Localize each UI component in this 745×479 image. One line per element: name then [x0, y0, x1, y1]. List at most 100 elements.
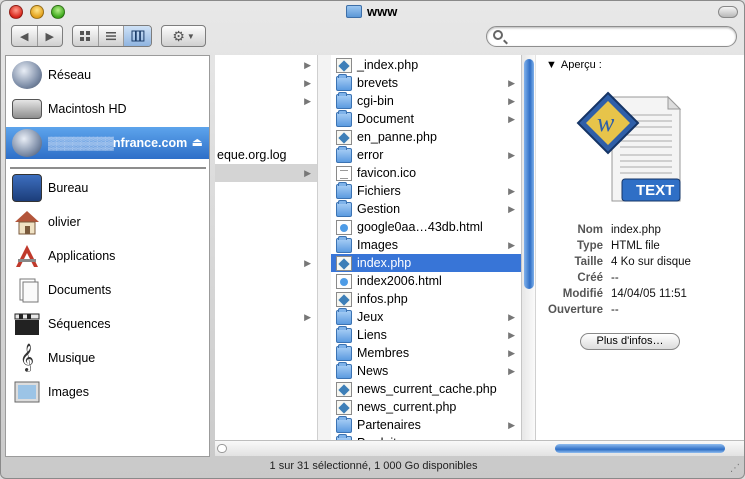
list-item-label: favicon.ico	[357, 166, 417, 180]
sidebar-item-macintosh-hd[interactable]: Macintosh HD	[6, 93, 209, 125]
sidebar-item-applications[interactable]: Applications	[6, 240, 209, 272]
list-item[interactable]: Jeux ▶	[331, 307, 521, 326]
info-row-modified: Modifié 14/04/05 11:51	[562, 288, 687, 300]
list-item-selected[interactable]: ▶	[215, 164, 317, 182]
list-item-label: Liens	[357, 328, 387, 342]
list-item-selected[interactable]: index.php	[331, 254, 521, 272]
list-item-label: Document	[357, 112, 414, 126]
sidebar-item-label: Applications	[48, 249, 116, 263]
action-menu[interactable]: ⚙ ▼	[161, 25, 206, 47]
folder-icon	[336, 109, 352, 127]
list-item[interactable]: news_current_cache.php	[331, 380, 521, 398]
list-item[interactable]: Document ▶	[331, 109, 521, 128]
eject-icon[interactable]: ⏏	[192, 135, 203, 149]
search-field[interactable]	[486, 26, 737, 47]
toolbar: ◀ ▶ ⚙ ▼	[1, 23, 744, 53]
list-item-label: Partenaires	[357, 418, 421, 432]
back-arrow-icon[interactable]: ◀	[12, 26, 38, 46]
sidebar-divider	[10, 167, 206, 169]
minimize-button[interactable]	[30, 5, 44, 19]
disclosure-triangle-icon[interactable]: ▼	[546, 59, 557, 71]
movies-icon	[12, 310, 42, 338]
list-item[interactable]: infos.php	[331, 290, 521, 308]
list-item[interactable]: brevets ▶	[331, 73, 521, 92]
folder-icon	[336, 91, 352, 109]
info-row-type: Type HTML file	[577, 240, 660, 252]
list-item[interactable]: google0aa…43db.html	[331, 218, 521, 236]
horizontal-scrollbar[interactable]	[215, 440, 744, 456]
list-item-label: _index.php	[357, 58, 419, 72]
preview-heading[interactable]: ▼ Aperçu :	[546, 59, 602, 71]
folder-icon	[336, 307, 352, 325]
list-item[interactable]: Partenaires ▶	[331, 415, 521, 434]
list-item[interactable]: ▶	[215, 308, 317, 326]
icon-view-icon[interactable]	[73, 26, 99, 46]
php-file-icon	[336, 399, 352, 415]
sidebar: Réseau Macintosh HD ▓▓▓▓▓▓▓▓ nfrance.com…	[5, 55, 210, 457]
more-info-button[interactable]: Plus d'infos…	[580, 333, 680, 350]
html-file-icon	[336, 273, 352, 289]
chevron-right-icon: ▶	[508, 95, 515, 106]
list-item[interactable]: Fichiers ▶	[331, 181, 521, 200]
column-www: _index.php brevets ▶ cgi-bin ▶ Document ▶ en_pa…	[331, 55, 521, 440]
forward-arrow-icon[interactable]: ▶	[38, 26, 63, 46]
gear-icon[interactable]: ⚙ ▼	[162, 26, 205, 46]
list-item-label: index.php	[357, 256, 412, 270]
list-item[interactable]: cgi-bin ▶	[331, 91, 521, 110]
list-item[interactable]: News ▶	[331, 361, 521, 380]
toolbar-toggle-button[interactable]	[718, 6, 738, 18]
preview-pane: ▼ Aperçu : w TEXT Nom index.php Type HTM…	[536, 55, 744, 440]
list-item[interactable]: _index.php	[331, 56, 521, 74]
sidebar-item-network-volume[interactable]: ▓▓▓▓▓▓▓▓ nfrance.com ⏏	[6, 127, 209, 159]
list-item[interactable]: Membres ▶	[331, 343, 521, 362]
sidebar-item-bureau[interactable]: Bureau	[6, 172, 209, 204]
chevron-right-icon: ▶	[508, 239, 515, 250]
list-item[interactable]: news_current.php	[331, 398, 521, 416]
scroll-left-cap[interactable]	[217, 444, 227, 453]
document-icon	[336, 165, 352, 181]
scrollbar-thumb[interactable]	[524, 59, 534, 289]
chevron-right-icon: ▶	[508, 419, 515, 430]
list-item[interactable]: index2006.html	[331, 272, 521, 290]
list-item-label: infos.php	[357, 292, 408, 306]
list-item[interactable]: ▶	[215, 254, 317, 272]
chevron-right-icon: ▶	[508, 365, 515, 376]
text-badge: TEXT	[636, 182, 675, 199]
list-item[interactable]: Gestion ▶	[331, 199, 521, 218]
list-item[interactable]: Liens ▶	[331, 325, 521, 344]
zoom-button[interactable]	[51, 5, 65, 19]
column-resize-strip[interactable]	[317, 55, 331, 440]
list-item-label: cgi-bin	[357, 94, 394, 108]
sidebar-item-label: olivier	[48, 215, 81, 229]
list-item[interactable]: ▶	[215, 92, 317, 110]
title-bar[interactable]: www	[1, 1, 744, 23]
chevron-right-icon: ▶	[508, 347, 515, 358]
sidebar-item-images[interactable]: Images	[6, 376, 209, 408]
back-forward-control: ◀ ▶	[11, 25, 63, 47]
folder-icon	[336, 145, 352, 163]
list-item[interactable]: ▶	[215, 74, 317, 92]
column-view-icon[interactable]	[124, 26, 151, 46]
sidebar-item-sequences[interactable]: Séquences	[6, 308, 209, 340]
list-item[interactable]: ▶	[215, 56, 317, 74]
close-button[interactable]	[9, 5, 23, 19]
sidebar-item-hidden-label: ▓▓▓▓▓▓▓▓	[48, 136, 114, 150]
horizontal-scrollbar-thumb[interactable]	[555, 444, 725, 453]
status-text: 1 sur 31 sélectionné, 1 000 Go disponibl…	[269, 460, 478, 472]
sidebar-item-olivier[interactable]: olivier	[6, 206, 209, 238]
chevron-right-icon: ▶	[304, 257, 311, 268]
folder-icon	[336, 361, 352, 379]
list-item[interactable]: eque.org.log	[215, 146, 317, 164]
list-item[interactable]: en_panne.php	[331, 128, 521, 146]
search-input[interactable]	[509, 29, 729, 44]
column-scrollbar[interactable]	[521, 55, 535, 440]
sidebar-item-musique[interactable]: 𝄞 Musique	[6, 342, 209, 374]
list-item[interactable]: error ▶	[331, 145, 521, 164]
list-item[interactable]: favicon.ico	[331, 164, 521, 182]
sidebar-item-documents[interactable]: Documents	[6, 274, 209, 306]
list-view-icon[interactable]	[99, 26, 125, 46]
list-item-label: error	[357, 148, 384, 162]
list-item[interactable]: Images ▶	[331, 235, 521, 254]
sidebar-item-network[interactable]: Réseau	[6, 59, 209, 91]
resize-grip-icon[interactable]: ⋰	[730, 463, 740, 474]
